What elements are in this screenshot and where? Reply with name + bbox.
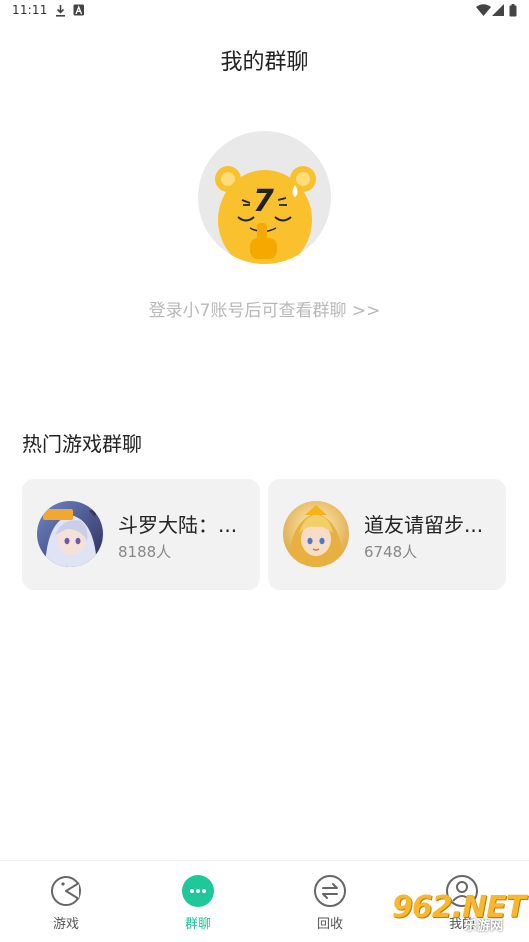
group-member-count: 6748人 (364, 543, 418, 561)
nav-label: 群聊 (184, 917, 211, 932)
group-member-count: 8188人 (118, 543, 172, 561)
watermark-sub: 乐游网 (464, 919, 504, 934)
group-card[interactable]: 道友请留步... 6748人 (268, 479, 506, 590)
group-avatar (37, 501, 103, 567)
group-name: 斗罗大陆：... (118, 513, 238, 537)
nav-label: 回收 (316, 917, 343, 932)
wifi-icon (476, 4, 491, 16)
download-icon (56, 5, 65, 17)
pacman-icon (51, 876, 81, 906)
svg-text:7: 7 (253, 184, 274, 219)
battery-icon (509, 4, 517, 17)
golden-hero-avatar (283, 501, 349, 567)
signal-icon (492, 4, 504, 16)
login-prompt-link[interactable]: 登录小7账号后可查看群聊 >> (0, 296, 529, 321)
watermark-main: 962.NET (392, 890, 526, 925)
page-title: 我的群聊 (220, 50, 309, 75)
watermark-logo: 962.NET 乐游网 (388, 888, 528, 936)
tab-games[interactable]: 游戏 (0, 861, 132, 942)
a-badge-icon (73, 4, 84, 16)
nav-label: 游戏 (52, 917, 79, 932)
swap-arrows-icon (314, 875, 346, 907)
section-title-hot-groups: 热门游戏群聊 (22, 432, 142, 456)
tab-group-chat[interactable]: 群聊 (132, 861, 264, 942)
group-avatar (283, 501, 349, 567)
status-bar: 11:11 (0, 0, 529, 24)
chat-bubble-icon (182, 875, 214, 907)
bear-mascot-shush-icon: 7 (215, 166, 316, 264)
anime-girl-avatar (37, 501, 103, 567)
login-avatar[interactable]: 7 (198, 131, 331, 264)
group-name: 道友请留步... (364, 513, 484, 537)
status-time: 11:11 (12, 3, 48, 17)
tab-recycle[interactable]: 回收 (264, 861, 396, 942)
group-card[interactable]: 斗罗大陆：... 8188人 (22, 479, 260, 590)
